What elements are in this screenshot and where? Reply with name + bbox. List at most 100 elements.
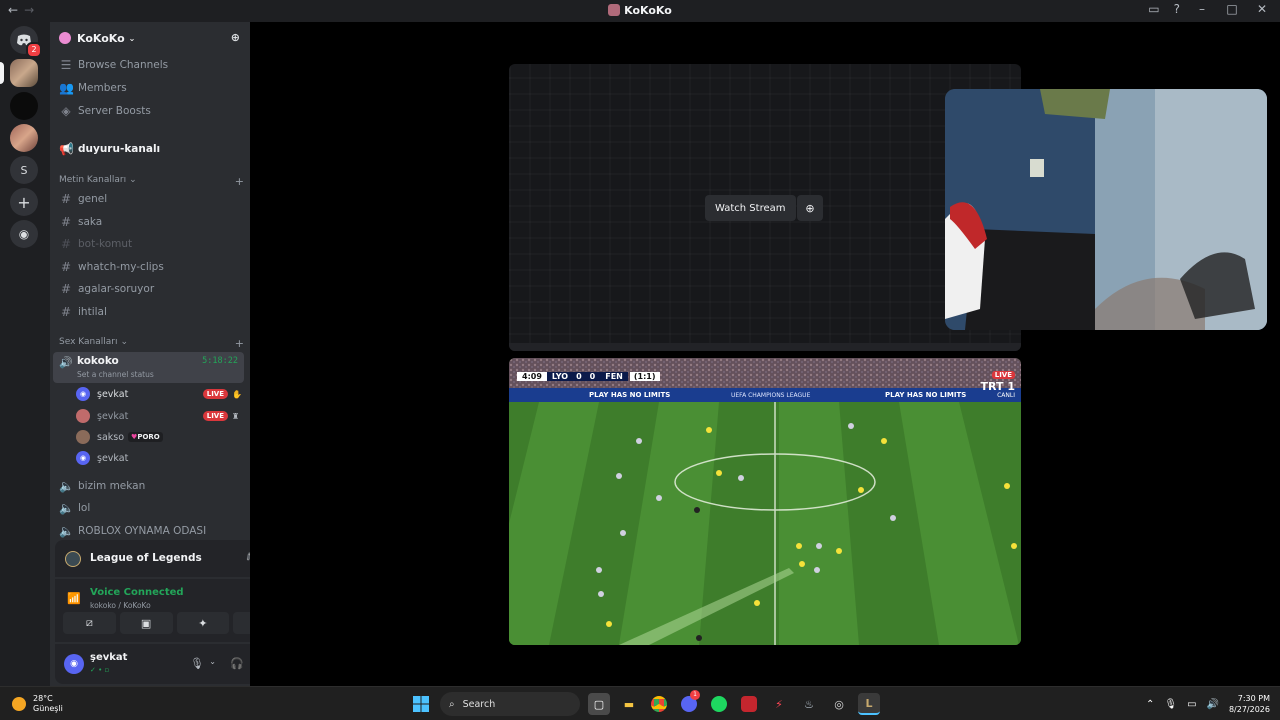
camera-off-button[interactable]: ⧄ — [63, 612, 116, 634]
steam-icon[interactable]: ♨ — [798, 693, 820, 715]
windows-start-icon[interactable] — [410, 693, 432, 715]
channel-duyuru[interactable]: 📢 duyuru-kanalı — [53, 138, 244, 160]
webcam-feed — [945, 89, 1267, 330]
voice-member[interactable]: ◉ şevkat — [76, 448, 242, 468]
close-icon[interactable]: ✕ — [1254, 2, 1270, 16]
window-title: KoKoKo — [0, 4, 1280, 17]
chevron-down-icon: ⌄ — [129, 175, 137, 185]
hand-icon: ✋ — [232, 389, 242, 399]
riot-app-icon[interactable]: ⚡ — [768, 693, 790, 715]
stream-tile-football[interactable]: 4:09 LYO 0 0 FEN (1:1) PLAY HAS NO LIMIT… — [509, 358, 1021, 645]
home-team: LYO — [546, 372, 574, 381]
channel-agalar-soruyor[interactable]: # agalar-soruyor — [53, 278, 244, 300]
help-icon[interactable]: ? — [1174, 2, 1180, 16]
speaker-icon: 🔈 — [59, 524, 74, 538]
chevron-down-icon[interactable]: ⌄ — [209, 657, 216, 666]
sun-icon — [12, 697, 26, 711]
inbox-icon[interactable]: ▭ — [1148, 2, 1159, 16]
voice-channel-roblox[interactable]: 🔈 ROBLOX OYNAMA ODASI — [53, 520, 244, 542]
share-screen-button[interactable]: ▣ — [119, 612, 173, 634]
weather-widget[interactable]: 28°C Güneşli — [12, 694, 63, 714]
add-channel-icon[interactable]: + — [235, 175, 244, 188]
obs-icon[interactable]: ◎ — [828, 693, 850, 715]
voice-member[interactable]: sakso ♥PORO — [76, 427, 242, 447]
server-header[interactable]: KoKoKo ⌄ ⊕ — [50, 22, 250, 54]
voice-channel-bizim-mekan[interactable]: 🔈 bizim mekan — [53, 475, 244, 497]
server-list: 2 S + ◉ — [0, 22, 50, 686]
voice-channel-kokoko[interactable]: 🔊 kokoko Set a channel status 5:18:22 — [53, 352, 244, 383]
league-client-icon[interactable]: L — [858, 693, 880, 715]
channel-bot-komut[interactable]: # bot-komut — [53, 233, 244, 255]
popout-icon: ⊕ — [805, 201, 815, 215]
popout-button[interactable]: ⊕ — [797, 195, 823, 221]
add-member-icon[interactable]: ⊕ — [231, 31, 240, 44]
call-timer: 5:18:22 — [202, 356, 238, 366]
watch-stream-button[interactable]: Watch Stream — [705, 195, 796, 221]
microphone-icon[interactable]: 🎙 — [190, 657, 204, 670]
hash-icon: # — [60, 260, 72, 274]
spotify-icon[interactable] — [708, 693, 730, 715]
chevron-up-icon[interactable]: ⌃ — [1146, 699, 1154, 710]
maximize-icon[interactable]: □ — [1224, 2, 1240, 16]
hash-icon: # — [60, 305, 72, 319]
speaker-icon: 🔈 — [59, 501, 74, 515]
volume-icon[interactable]: 🔊 — [1207, 699, 1219, 710]
speaker-icon: 🔈 — [59, 479, 74, 493]
chrome-icon[interactable] — [648, 693, 670, 715]
taskbar-search[interactable]: ⌕ Search — [440, 692, 580, 716]
discord-taskbar-icon[interactable]: 1 — [678, 690, 700, 715]
server-boosts[interactable]: ◈ Server Boosts — [53, 100, 244, 122]
minimize-icon[interactable]: – — [1194, 2, 1210, 16]
add-server-icon[interactable]: + — [10, 188, 38, 216]
notification-badge: 1 — [690, 690, 700, 700]
headphones-icon[interactable]: 🎧 — [230, 657, 244, 670]
channel-ihtilal[interactable]: # ihtilal — [53, 301, 244, 323]
channel-status[interactable]: Set a channel status — [77, 370, 154, 379]
server-flower-icon — [59, 32, 71, 44]
microphone-icon[interactable]: 🎙 — [1164, 699, 1177, 710]
task-view-icon[interactable]: ▢ — [588, 693, 610, 715]
signal-icon[interactable]: 📶 — [67, 592, 81, 605]
voice-member[interactable]: ◉ şevkat LIVE ✋ — [76, 384, 242, 404]
browse-channels[interactable]: ☰ Browse Channels — [53, 54, 244, 76]
voice-channel-lol[interactable]: 🔈 lol — [53, 497, 244, 519]
clock[interactable]: 7:30 PM 8/27/2026 — [1229, 693, 1270, 715]
discover-compass-icon[interactable]: ◉ — [10, 220, 38, 248]
app-red-icon[interactable] — [738, 693, 760, 715]
live-badge: LIVE — [991, 371, 1015, 379]
voice-member[interactable]: şevkat LIVE ♜ — [76, 406, 242, 426]
server-s[interactable]: S — [10, 156, 38, 184]
category-text[interactable]: Metin Kanalları ⌄ + — [59, 175, 244, 188]
game-icon: ♜ — [232, 411, 240, 421]
chevron-down-icon: ⌄ — [120, 337, 129, 347]
avatar — [76, 430, 90, 444]
server-kokoko[interactable] — [10, 59, 38, 87]
football-broadcast — [509, 358, 1021, 645]
activities-button[interactable]: ✦ — [176, 612, 230, 634]
hash-icon: # — [60, 215, 72, 229]
broadcaster-logo: LIVE TRT 1 CANLI — [980, 371, 1015, 399]
call-stage: Watch Stream ⊕ 4:09 LYO 0 0 FEN (1:1) PL… — [250, 22, 1280, 686]
camera-off-icon: ⧄ — [85, 616, 93, 629]
file-explorer-icon[interactable]: ▬ — [618, 693, 640, 715]
avatar: ◉ — [76, 451, 90, 465]
discord-home-icon[interactable]: 2 — [10, 26, 42, 58]
channel-saka[interactable]: # saka — [53, 211, 244, 233]
server-dark[interactable] — [10, 92, 38, 120]
display-icon[interactable]: ▭ — [1187, 699, 1196, 710]
category-voice[interactable]: Sex Kanalları ⌄ + — [59, 337, 244, 350]
live-badge: LIVE — [202, 411, 228, 421]
aggregate: (1:1) — [629, 372, 660, 381]
add-channel-icon[interactable]: + — [235, 337, 244, 350]
league-of-legends-icon — [65, 551, 81, 567]
away-score: 0 — [584, 372, 601, 381]
members[interactable]: 👥 Members — [53, 77, 244, 99]
hash-icon: # — [60, 192, 72, 206]
channel-whatch-my-clips[interactable]: # whatch-my-clips — [53, 256, 244, 278]
search-icon: ⌕ — [449, 698, 455, 710]
server-photo[interactable] — [10, 124, 38, 152]
channel-genel[interactable]: # genel — [53, 188, 244, 210]
scoreboard: 4:09 LYO 0 0 FEN (1:1) — [517, 370, 660, 383]
avatar[interactable]: ◉ — [64, 654, 84, 674]
camera-tile[interactable] — [945, 89, 1267, 330]
